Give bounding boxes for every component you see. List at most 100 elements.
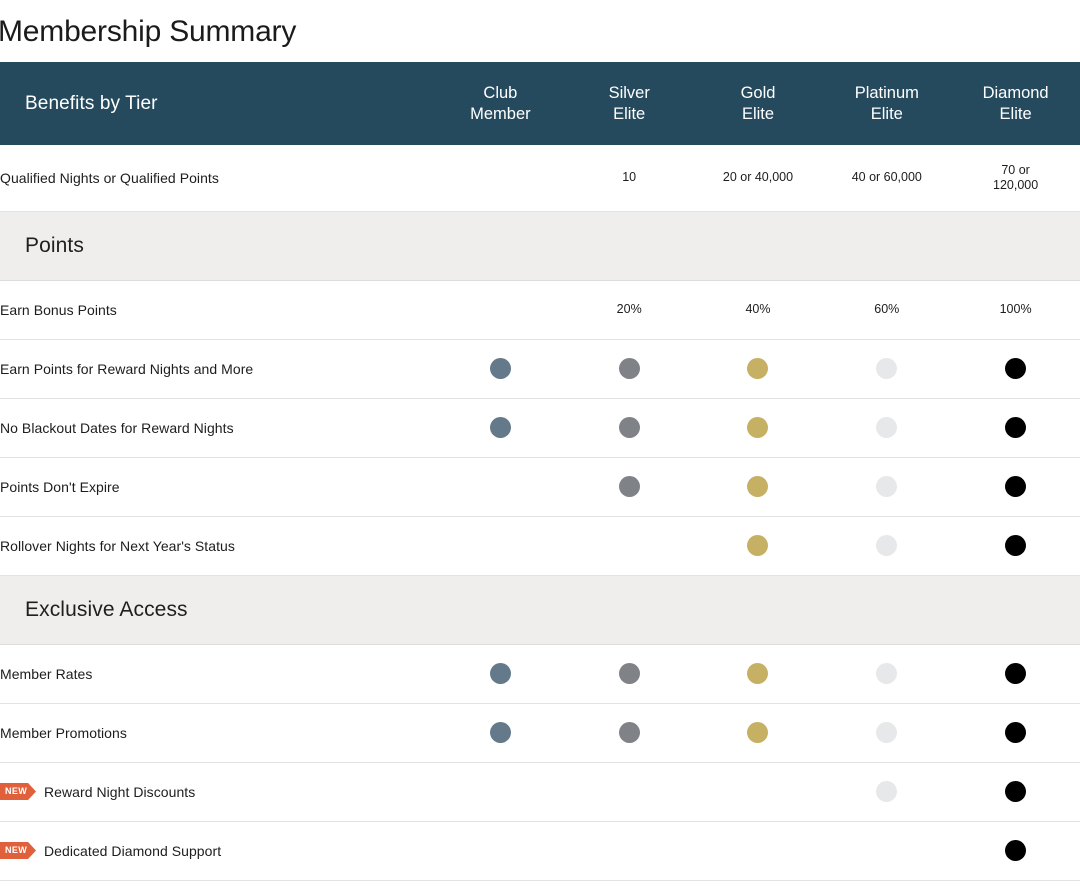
tier-dot-platinum-icon [876,358,898,379]
table-header-row: Benefits by Tier Club Member Silver Elit… [0,62,1080,145]
table-row: Points Don't Expire [0,457,1080,517]
tier-dot-club-icon [489,722,511,743]
benefit-value-cell: 20 or 40,000 [693,145,823,212]
benefit-value-cell: 40 or 60,000 [822,145,952,212]
tier-dot-gold-icon [747,535,769,556]
benefit-value-cell [436,644,565,704]
benefit-label-cell: Member Rates [0,644,436,704]
benefit-value-cell [564,398,694,458]
tier-dot-gold-icon [747,476,769,497]
benefit-label-wrap: No Blackout Dates for Reward Nights [0,420,436,436]
benefit-value-cell [436,280,565,340]
tier-dot-gold-icon [747,663,769,684]
header-tier-diamond-line2: Elite [999,104,1032,123]
benefit-value-cell [951,821,1080,881]
header-tier-platinum: Platinum Elite [822,62,951,145]
table-row: Rollover Nights for Next Year's Status [0,516,1080,576]
header-tier-platinum-line1: Platinum [854,83,919,102]
benefit-label-wrap: NEW Reward Night Discounts [0,783,436,800]
section-title: Points [25,233,84,257]
benefit-value-cell [693,821,823,881]
table-header: Benefits by Tier Club Member Silver Elit… [0,62,1080,145]
benefit-label: Earn Bonus Points [0,301,117,318]
tier-dot-diamond-icon [1005,781,1027,802]
benefit-value-text: 20 or 40,000 [722,170,794,185]
benefit-label-cell: Points Don't Expire [0,457,436,517]
tier-dot-club-icon [489,663,511,684]
benefits-by-tier-table: Benefits by Tier Club Member Silver Elit… [0,62,1080,881]
benefit-value-cell: 70 or 120,000 [951,145,1080,212]
benefit-value-cell [951,644,1080,704]
benefit-value-cell [436,457,565,517]
benefit-label-wrap: Member Promotions [0,725,436,741]
header-tier-club-line2: Member [470,104,531,123]
benefit-value-cell [564,821,694,881]
tier-dot-platinum-icon [876,417,898,438]
header-tier-platinum-line2: Elite [870,104,903,123]
table-row: No Blackout Dates for Reward Nights [0,398,1080,458]
benefit-label: Dedicated Diamond Support [44,842,222,859]
header-tier-silver: Silver Elite [565,62,694,145]
header-benefits-by-tier: Benefits by Tier [25,92,158,114]
benefit-label-cell: Rollover Nights for Next Year's Status [0,516,436,576]
benefit-label-wrap: Qualified Nights or Qualified Points [0,170,436,186]
benefit-label-cell: Qualified Nights or Qualified Points [0,145,436,212]
tier-dot-gold-icon [747,417,769,438]
benefit-label: Member Rates [0,665,93,682]
benefit-value-cell [564,703,694,763]
benefit-value-cell [564,516,694,576]
benefit-value-cell [436,703,565,763]
table-row: NEW Dedicated Diamond Support [0,821,1080,881]
tier-dot-silver-icon [618,476,640,497]
tier-dot-diamond-icon [1005,476,1027,497]
table-row: Earn Points for Reward Nights and More [0,339,1080,399]
benefit-value-cell [822,703,952,763]
benefit-label-cell: Earn Points for Reward Nights and More [0,339,436,399]
header-tier-club: Club Member [436,62,565,145]
benefit-value-cell [564,762,694,822]
benefit-label: Qualified Nights or Qualified Points [0,169,219,186]
section-header-row: Exclusive Access [0,574,1080,645]
benefit-value-cell [822,516,952,576]
new-badge: NEW [0,783,36,800]
benefit-value-cell [951,516,1080,576]
new-badge: NEW [0,842,36,859]
benefit-value-cell: 100% [951,280,1080,340]
section-title: Exclusive Access [25,597,188,621]
page-title: Membership Summary [0,15,297,48]
tier-dot-diamond-icon [1005,722,1027,743]
benefit-value-cell: 40% [693,280,823,340]
benefit-value-text: 100% [999,302,1032,316]
benefit-value-cell [951,457,1080,517]
benefit-value-cell [564,644,694,704]
benefit-label-cell: NEW Reward Night Discounts [0,762,436,822]
benefit-label: Earn Points for Reward Nights and More [0,360,254,377]
benefit-value-cell [436,339,565,399]
header-tier-gold-line1: Gold [740,83,776,102]
benefit-value-cell: 20% [564,280,694,340]
benefit-value-cell [436,516,565,576]
benefit-value-cell [436,145,565,212]
table-row: Earn Bonus Points 20% 40% 60% 100% [0,280,1080,340]
tier-dot-platinum-icon [876,663,898,684]
benefit-value-cell [693,703,823,763]
benefit-value-cell [951,339,1080,399]
benefit-value-text: 10 [622,170,637,185]
benefit-label: No Blackout Dates for Reward Nights [0,419,234,436]
header-tier-silver-line2: Elite [613,104,646,123]
benefit-value-cell [822,398,952,458]
table-row: Qualified Nights or Qualified Points 10 20… [0,145,1080,212]
benefit-value-cell [822,644,952,704]
tier-dot-silver-icon [618,417,640,438]
tier-dot-diamond-icon [1005,840,1027,861]
benefit-value-text: 60% [874,302,900,316]
benefit-value-cell [564,339,694,399]
benefit-value-cell [436,398,565,458]
benefit-value-cell [822,762,952,822]
benefit-value-text: 20% [616,302,642,316]
benefit-value-cell [693,516,823,576]
benefit-label-wrap: Earn Points for Reward Nights and More [0,361,436,377]
benefit-label-wrap: NEW Dedicated Diamond Support [0,842,436,859]
tier-dot-platinum-icon [876,535,898,556]
benefit-value-text: 40 or 60,000 [851,170,922,185]
